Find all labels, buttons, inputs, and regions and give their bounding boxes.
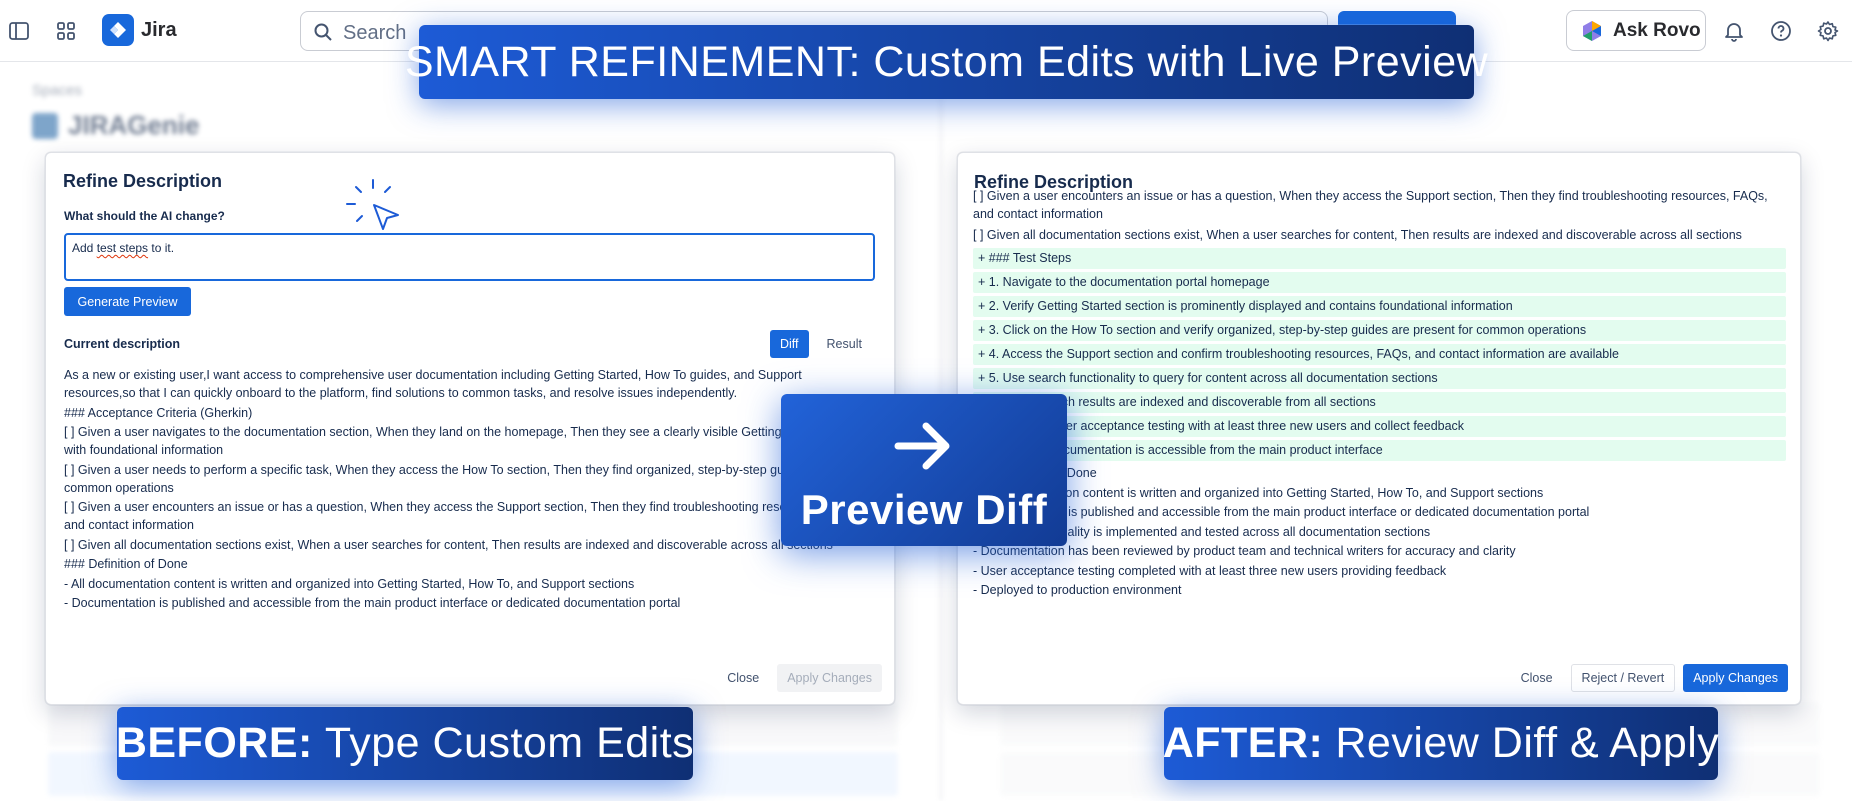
project-header: JIRAGenie	[32, 110, 200, 141]
diff-added-line: + ### Test Steps	[973, 248, 1786, 269]
breadcrumb: Spaces	[32, 82, 83, 99]
app-switcher-icon[interactable]	[52, 17, 80, 45]
diff-added-line: + 1. Navigate to the documentation porta…	[973, 272, 1786, 293]
description-line: - All documentation content is written a…	[64, 576, 635, 591]
title-banner: SMART REFINEMENT: Custom Edits with Live…	[405, 25, 1488, 99]
after-banner-text: Review Diff & Apply	[1335, 719, 1720, 767]
diff-added-line: + 4. Access the Support section and conf…	[973, 344, 1786, 365]
diff-added-line: + 3. Click on the How To section and ver…	[973, 320, 1786, 341]
refine-dialog-after: Refine Description [ ] Given a user enco…	[957, 152, 1801, 705]
diff-context-block: ### Definition of Done - All documentati…	[973, 464, 1786, 601]
description-line: [ ] Given a user needs to perform a spec…	[64, 462, 826, 495]
help-icon[interactable]	[1767, 17, 1795, 45]
project-name: JIRAGenie	[68, 110, 200, 140]
dialog-footer: Close Reject / Revert Apply Changes	[1511, 664, 1788, 692]
generate-preview-button[interactable]: Generate Preview	[64, 287, 191, 316]
input-text-misspelled: test steps	[96, 241, 149, 255]
prompt-label: What should the AI change?	[64, 209, 225, 223]
diff-added-line: + 8. Confirm documentation is accessible…	[973, 440, 1786, 461]
project-avatar	[32, 112, 58, 139]
search-icon	[314, 23, 332, 41]
app-name[interactable]: Jira	[141, 19, 177, 42]
description-line: - Documentation is published and accessi…	[64, 596, 681, 610]
tab-diff[interactable]: Diff	[770, 330, 809, 358]
diff-context-line: - User acceptance testing completed with…	[973, 563, 1447, 578]
diff-context-line: ### Definition of Done	[973, 466, 1097, 480]
description-line: [ ] Given a user navigates to the docume…	[64, 425, 860, 457]
preview-diff-badge: Preview Diff	[781, 394, 1067, 546]
diff-context-line: - Documentation is published and accessi…	[973, 505, 1590, 519]
diff-context-line: - Deployed to production environment	[973, 583, 1182, 597]
view-toggle: Diff Result	[770, 330, 872, 358]
description-line: As a new or existing user,I want access …	[64, 368, 802, 400]
diff-context-line: [ ] Given all documentation sections exi…	[973, 228, 1742, 242]
tab-result[interactable]: Result	[817, 330, 872, 358]
input-text-suffix: to it.	[148, 241, 175, 255]
notifications-icon[interactable]	[1720, 17, 1748, 45]
diff-view: [ ] Given a user encounters an issue or …	[973, 189, 1786, 601]
diff-context-line: - All documentation content is written a…	[973, 485, 1544, 500]
diff-added-line: + 7. Conduct user acceptance testing wit…	[973, 416, 1786, 437]
description-line: ### Acceptance Criteria (Gherkin)	[64, 405, 253, 420]
diff-added-line: + 2. Verify Getting Started section is p…	[973, 296, 1786, 317]
diff-context-line: - Search functionality is implemented an…	[973, 524, 1431, 539]
dialog-title: Refine Description	[63, 171, 223, 191]
input-text-prefix: Add	[72, 241, 97, 255]
ask-rovo-label: Ask Rovo	[1613, 19, 1701, 41]
apply-changes-button[interactable]: Apply Changes	[777, 664, 882, 692]
diff-context-line: [ ] Given a user encounters an issue or …	[973, 189, 1768, 221]
close-button[interactable]: Close	[1511, 664, 1563, 692]
description-line: [ ] Given a user encounters an issue or …	[64, 500, 859, 532]
before-banner-text: Type Custom Edits	[324, 719, 695, 767]
settings-gear-icon[interactable]	[1814, 17, 1842, 45]
before-banner-bold: BEFORE:	[115, 719, 313, 767]
reject-revert-button[interactable]: Reject / Revert	[1570, 664, 1676, 692]
description-line: ### Definition of Done	[64, 557, 188, 571]
search-placeholder: Search	[343, 22, 407, 44]
rovo-icon	[1583, 20, 1601, 41]
preview-diff-label: Preview Diff	[800, 486, 1048, 533]
jira-logo-icon[interactable]	[102, 14, 134, 46]
current-description-label: Current description	[64, 337, 180, 351]
diff-added-line: + 6. Verify search results are indexed a…	[973, 392, 1786, 413]
refine-dialog-before: Refine Description What should the AI ch…	[45, 152, 895, 705]
apply-changes-button[interactable]: Apply Changes	[1683, 664, 1788, 692]
current-description: As a new or existing user,I want access …	[64, 366, 872, 614]
added-lines: + ### Test Steps + 1. Navigate to the do…	[973, 248, 1786, 461]
after-banner: AFTER: Review Diff & Apply	[1162, 707, 1720, 780]
dialog-footer: Close Apply Changes	[717, 664, 882, 692]
before-banner: BEFORE: Type Custom Edits	[115, 707, 695, 780]
description-line: [ ] Given all documentation sections exi…	[64, 537, 833, 552]
click-cursor-icon	[345, 178, 401, 239]
ask-rovo-button[interactable]: Ask Rovo	[1566, 10, 1706, 51]
close-button[interactable]: Close	[717, 664, 769, 692]
after-banner-bold: AFTER:	[1162, 719, 1324, 767]
sidebar-toggle-icon[interactable]	[5, 17, 33, 45]
arrow-right-icon	[894, 422, 950, 470]
refine-prompt-input[interactable]: Add test steps to it.	[64, 233, 875, 281]
app-window: Spaces JIRAGenie Jira Search Ask Rovo Re…	[0, 0, 1852, 801]
diff-context-line: - Documentation has been reviewed by pro…	[973, 544, 1516, 558]
diff-added-line: + 5. Use search functionality to query f…	[973, 368, 1786, 389]
